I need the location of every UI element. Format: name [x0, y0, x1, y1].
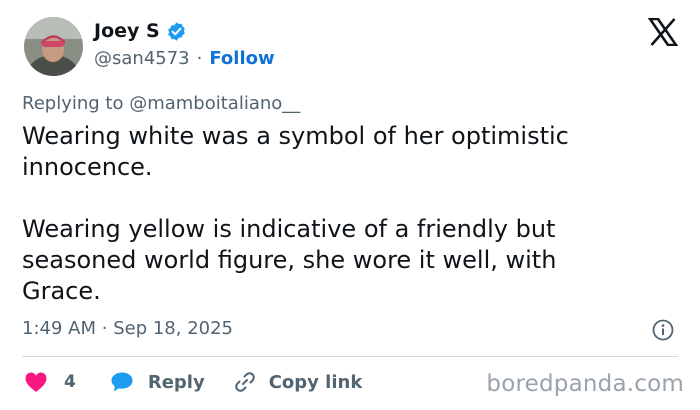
x-logo-icon[interactable] — [647, 17, 679, 47]
reply-mention-link[interactable]: @mamboitaliano__ — [129, 93, 300, 114]
tweet-time[interactable]: 1:49 AM — [22, 318, 96, 339]
avatar[interactable] — [24, 17, 83, 76]
tweet-text: Wearing white was a symbol of her optimi… — [22, 122, 569, 305]
reply-label: Reply — [147, 371, 205, 393]
follow-button[interactable]: Follow — [209, 48, 274, 69]
divider — [22, 356, 678, 357]
tweet-actions: 4 Reply Copy link — [24, 370, 362, 394]
copy-link-button[interactable]: Copy link — [233, 370, 363, 394]
link-icon — [234, 372, 255, 392]
watermark: boredpanda.com — [486, 371, 684, 397]
author-name-row: Joey S — [94, 20, 187, 42]
profile-photo — [24, 17, 83, 76]
speech-bubble-icon — [111, 372, 133, 392]
info-icon[interactable] — [652, 319, 674, 341]
handle-separator: · — [196, 48, 203, 69]
author-display-name[interactable]: Joey S — [94, 20, 160, 42]
tweet-timestamp: 1:49 AM · Sep 18, 2025 — [22, 318, 233, 339]
timestamp-separator: · — [101, 318, 108, 339]
tweet-date[interactable]: Sep 18, 2025 — [113, 318, 233, 339]
author-handle-row: @san4573 · Follow — [94, 48, 275, 69]
like-button[interactable]: 4 — [24, 371, 76, 393]
reply-context-prefix: Replying to — [22, 93, 130, 114]
reply-context: Replying to @mamboitaliano__ — [22, 93, 300, 114]
copy-link-label: Copy link — [268, 371, 363, 393]
like-count: 4 — [64, 372, 76, 392]
heart-icon — [25, 372, 47, 392]
author-handle[interactable]: @san4573 — [94, 48, 190, 69]
verified-badge-icon — [166, 21, 187, 42]
reply-button[interactable]: Reply — [110, 371, 205, 393]
